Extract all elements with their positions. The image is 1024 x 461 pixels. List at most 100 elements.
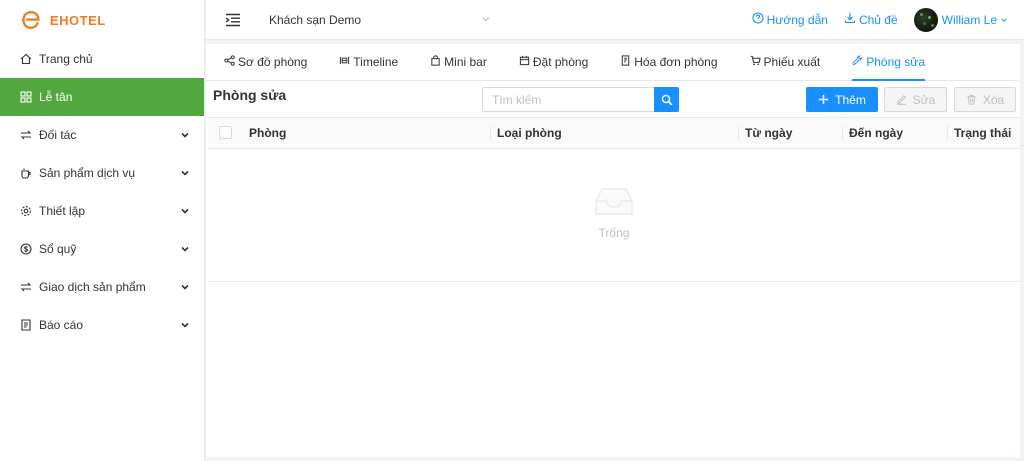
theme-link-label: Chủ đề [858, 12, 898, 27]
tab-repair-rooms[interactable]: Phòng sửa [852, 43, 925, 81]
chevron-down-icon [481, 13, 491, 27]
chevron-down-icon [180, 130, 190, 140]
hotel-select-value: Khách sạn Demo [269, 12, 362, 27]
tab-label: Sơ đồ phòng [238, 54, 308, 69]
search-box [482, 87, 679, 112]
add-button-label: Thêm [835, 92, 866, 107]
theme-link[interactable]: Chủ đề [844, 12, 898, 27]
column-divider [738, 126, 739, 140]
sidebar-item-label: Báo cáo [39, 318, 84, 332]
avatar[interactable] [913, 7, 938, 32]
guide-link[interactable]: Hướng dẫn [752, 12, 828, 27]
column-header-room[interactable]: Phòng [249, 118, 286, 148]
sidebar-item-label: Sổ quỹ [39, 242, 77, 256]
sidebar-item-products-services[interactable]: Sản phẩm dịch vụ [0, 154, 204, 192]
hotel-select[interactable]: Khách sạn Demo [269, 8, 495, 32]
search-icon [661, 94, 673, 106]
edit-icon [896, 94, 913, 105]
cart-icon [750, 55, 764, 69]
delete-button[interactable]: Xóa [954, 87, 1016, 112]
tab-label: Mini bar [444, 54, 487, 69]
calendar-icon [519, 55, 533, 69]
dollar-icon [20, 243, 32, 255]
sidebar-item-settings[interactable]: Thiết lập [0, 192, 204, 230]
room-map-icon [224, 54, 238, 69]
sidebar-item-label: Thiết lập [39, 204, 86, 218]
tab-booking[interactable]: Đặt phòng [519, 43, 588, 80]
tab-export-slip[interactable]: Phiếu xuất [750, 43, 821, 80]
tab-minibar[interactable]: Mini bar [430, 43, 487, 80]
sidebar-item-label: Lễ tân [39, 90, 73, 104]
sidebar-item-label: Giao dịch sản phẩm [39, 280, 146, 294]
brand-name: EHOTEL [50, 12, 106, 28]
guide-link-label: Hướng dẫn [766, 12, 828, 27]
logo[interactable]: EHOTEL [0, 0, 204, 40]
chevron-down-icon [180, 282, 190, 292]
column-divider [947, 126, 948, 140]
sidebar-item-product-transactions[interactable]: Giao dịch sản phẩm [0, 268, 204, 306]
empty-inbox-icon [594, 187, 634, 220]
tab-label: Timeline [353, 54, 399, 69]
tab-bar: Sơ đồ phòng Timeline Mini bar Đặt phòng … [206, 44, 1020, 81]
user-menu[interactable]: William Le [942, 13, 1008, 27]
plus-icon [818, 94, 835, 105]
table-body: Trống [208, 149, 1020, 282]
user-name: William Le [941, 12, 997, 27]
sidebar-item-label: Sản phẩm dịch vụ [39, 166, 136, 180]
invoice-icon [620, 54, 634, 69]
add-button[interactable]: Thêm [806, 87, 878, 112]
repair-rooms-table: Phòng Loại phòng Từ ngày Đến ngày Trạng … [208, 117, 1020, 282]
select-all-checkbox[interactable] [219, 126, 232, 139]
tab-label: Hóa đơn phòng [634, 54, 718, 69]
toolbar: Phòng sửa Thêm Sửa Xóa [206, 81, 1020, 117]
menu-fold-icon[interactable] [225, 13, 241, 27]
sidebar-item-reception[interactable]: Lễ tân [0, 78, 204, 116]
sidebar-item-label: Trang chủ [39, 52, 93, 66]
chevron-down-icon [180, 206, 190, 216]
swap-icon [20, 129, 32, 141]
column-divider [490, 126, 491, 140]
empty-state: Trống [208, 187, 1020, 240]
delete-button-label: Xóa [982, 92, 1005, 107]
page-title: Phòng sửa [213, 87, 287, 103]
swap-icon [20, 281, 32, 293]
grid-icon [20, 91, 32, 103]
tab-label: Phòng sửa [866, 54, 925, 69]
tab-label: Đặt phòng [532, 54, 589, 69]
tab-room-invoice[interactable]: Hóa đơn phòng [620, 43, 718, 80]
tab-timeline[interactable]: Timeline [339, 43, 398, 80]
edit-button[interactable]: Sửa [884, 87, 947, 112]
gear-icon [20, 205, 32, 217]
timeline-icon [339, 55, 353, 69]
sidebar-item-home[interactable]: Trang chủ [0, 40, 204, 78]
question-circle-icon [752, 12, 767, 27]
wrench-icon [852, 54, 866, 69]
edit-button-label: Sửa [912, 92, 936, 107]
tab-room-map[interactable]: Sơ đồ phòng [224, 43, 307, 80]
download-icon [844, 12, 859, 27]
search-input[interactable] [482, 87, 654, 112]
sidebar-item-partners[interactable]: Đối tác [0, 116, 204, 154]
chevron-down-icon [1000, 16, 1008, 24]
sidebar-item-reports[interactable]: Báo cáo [0, 306, 204, 344]
table-header: Phòng Loại phòng Từ ngày Đến ngày Trạng … [208, 117, 1020, 149]
empty-text: Trống [598, 226, 630, 240]
tab-label: Phiếu xuất [763, 54, 821, 69]
sidebar-item-label: Đối tác [39, 128, 77, 142]
home-icon [20, 53, 32, 65]
sidebar-menu: Trang chủ Lễ tân Đối tác Sản phẩm dịch v… [0, 40, 204, 344]
column-header-room-type[interactable]: Loại phòng [497, 118, 562, 148]
column-header-status[interactable]: Trạng thái [954, 118, 1011, 148]
chevron-down-icon [180, 320, 190, 330]
report-icon [20, 319, 32, 331]
search-button[interactable] [654, 87, 679, 112]
column-divider [842, 126, 843, 140]
chevron-down-icon [180, 168, 190, 178]
chevron-down-icon [180, 244, 190, 254]
column-header-from-date[interactable]: Từ ngày [745, 118, 792, 148]
column-header-to-date[interactable]: Đến ngày [849, 118, 903, 148]
main-content: Sơ đồ phòng Timeline Mini bar Đặt phòng … [206, 44, 1020, 457]
sidebar-item-cashbook[interactable]: Sổ quỹ [0, 230, 204, 268]
header-actions: Hướng dẫn Chủ đề William Le [736, 0, 1024, 40]
cup-icon [20, 167, 32, 179]
